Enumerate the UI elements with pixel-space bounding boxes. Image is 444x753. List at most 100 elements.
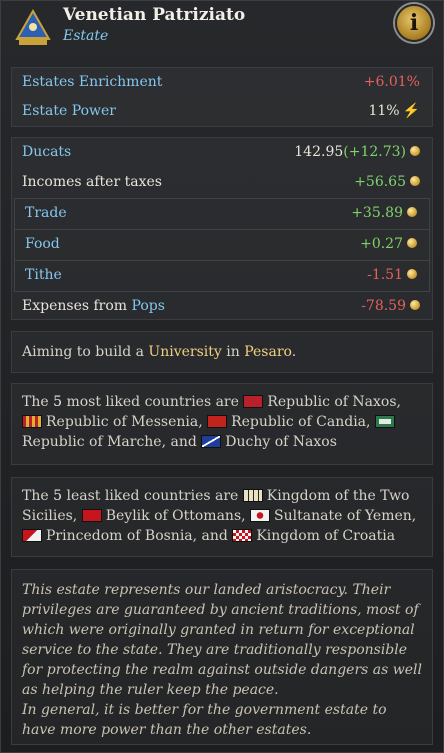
info-button[interactable]: i [395, 4, 433, 42]
liked-countries-box: The 5 most liked countries are Republic … [11, 383, 433, 465]
liked-and: and [166, 434, 202, 450]
income-item-food[interactable]: Food +0.27 [14, 230, 430, 261]
naxos-flag-icon [243, 395, 264, 408]
estate-stats-box: Estates Enrichment +6.01% Estate Power 1… [11, 67, 433, 127]
country-name: Republic of Naxos, [267, 394, 401, 410]
expenses-value: -78.59 [361, 298, 406, 314]
power-value-wrap: 11% ⚡ [368, 103, 420, 119]
bosnia-flag-icon [22, 529, 42, 542]
lightning-icon: ⚡ [402, 103, 420, 119]
coin-icon [410, 300, 420, 310]
income-item-value-wrap: +35.89 [351, 205, 417, 221]
estate-description-box: This estate represents our landed aristo… [11, 569, 433, 745]
liked-count: 5 [53, 394, 63, 410]
power-label: Estate Power [22, 103, 116, 119]
disliked-middle: least liked countries are [62, 488, 243, 504]
coin-icon [407, 269, 417, 279]
yemen-flag-icon [250, 509, 271, 522]
messenia-flag-icon [22, 415, 42, 428]
panel-header: Venetian Patriziato Estate i [1, 1, 443, 57]
country-ottomans[interactable]: Beylik of Ottomans, [81, 508, 246, 524]
income-item-label: Trade [25, 205, 67, 221]
incomes-value: +56.65 [354, 174, 406, 190]
ottoman-flag-icon [81, 509, 102, 522]
candia-flag-icon [207, 415, 228, 428]
income-item-value: +35.89 [351, 205, 403, 221]
country-yemen[interactable]: Sultanate of Yemen, [250, 508, 416, 524]
country-name: Duchy of Naxos [225, 434, 337, 450]
duchy-naxos-flag-icon [201, 435, 222, 448]
country-marche[interactable]: Republic of Marche, [22, 434, 166, 450]
building-aim-text: Aiming to build a University in Pesaro. [12, 332, 432, 370]
income-item-label: Food [25, 236, 60, 252]
income-item-value-wrap: -1.51 [367, 267, 417, 283]
expenses-prefix: Expenses from [22, 298, 132, 314]
expenses-label: Expenses from Pops [22, 298, 165, 314]
description-paragraph: This estate represents our landed aristo… [22, 582, 422, 698]
country-naxos-republic[interactable]: Republic of Naxos, [243, 394, 401, 410]
country-name: Beylik of Ottomans, [105, 508, 246, 524]
coin-icon [410, 146, 420, 156]
incomes-label: Incomes after taxes [22, 174, 162, 190]
enrichment-row[interactable]: Estates Enrichment +6.01% [12, 68, 432, 97]
ducats-value-wrap: 142.95(+12.73) [294, 144, 420, 160]
country-name: Republic of Messenia, [46, 414, 203, 430]
aim-prefix: Aiming to build a [22, 344, 149, 360]
country-name: Republic of Candia, [231, 414, 371, 430]
description-paragraph: In general, it is better for the governm… [22, 702, 387, 738]
location-link[interactable]: Pesaro [244, 344, 291, 360]
ducats-change: (+12.73) [343, 144, 406, 160]
finance-box: Ducats 142.95(+12.73) Incomes after taxe… [11, 137, 433, 320]
two-sicilies-flag-icon [242, 489, 263, 502]
estate-description: This estate represents our landed aristo… [12, 570, 432, 750]
income-item-label: Tithe [25, 267, 62, 283]
ducats-label: Ducats [22, 144, 72, 160]
country-bosnia[interactable]: Princedom of Bosnia, [46, 528, 197, 544]
coin-icon [410, 176, 420, 186]
ducats-value: 142.95 [294, 144, 344, 160]
least-liked-countries-text: The 5 least liked countries are Kingdom … [12, 478, 432, 554]
country-name: Sultanate of Yemen, [274, 508, 417, 524]
expenses-value-wrap: -78.59 [361, 298, 420, 314]
building-link[interactable]: University [148, 344, 221, 360]
country-croatia[interactable]: Kingdom of Croatia [232, 528, 395, 544]
country-name: Republic of Marche, [22, 434, 167, 450]
pops-link[interactable]: Pops [132, 298, 165, 314]
incomes-value-wrap: +56.65 [354, 174, 420, 190]
country-name: Kingdom of Croatia [256, 528, 396, 544]
liked-prefix: The [22, 394, 54, 410]
country-messenia[interactable]: Republic of Messenia, [46, 414, 203, 430]
country-name: Princedom of Bosnia, [46, 528, 198, 544]
enrichment-value: +6.01% [363, 74, 420, 90]
disliked-count: 5 [53, 488, 63, 504]
expenses-row[interactable]: Expenses from Pops -78.59 [12, 292, 432, 322]
income-item-value-wrap: +0.27 [360, 236, 417, 252]
income-item-value: -1.51 [367, 267, 403, 283]
disliked-and: and [197, 528, 233, 544]
country-candia[interactable]: Republic of Candia, [207, 414, 370, 430]
enrichment-label: Estates Enrichment [22, 74, 163, 90]
building-aim-box: Aiming to build a University in Pesaro. [11, 331, 433, 373]
country-naxos-duchy[interactable]: Duchy of Naxos [201, 434, 337, 450]
coin-icon [407, 238, 417, 248]
coin-icon [407, 207, 417, 217]
income-item-value: +0.27 [360, 236, 403, 252]
income-item-tithe[interactable]: Tithe -1.51 [14, 261, 430, 292]
liked-countries-text: The 5 most liked countries are Republic … [12, 384, 432, 460]
power-row[interactable]: Estate Power 11% ⚡ [12, 97, 432, 126]
disliked-prefix: The [22, 488, 54, 504]
estate-panel: Venetian Patriziato Estate i Estates Enr… [0, 0, 444, 753]
income-item-trade[interactable]: Trade +35.89 [14, 198, 430, 230]
marche-flag-icon [374, 415, 395, 428]
croatia-flag-icon [232, 529, 253, 542]
liked-middle: most liked countries are [62, 394, 244, 410]
estate-crown-icon [15, 9, 51, 45]
ducats-row[interactable]: Ducats 142.95(+12.73) [12, 138, 432, 168]
info-icon: i [409, 10, 419, 36]
least-liked-countries-box: The 5 least liked countries are Kingdom … [11, 477, 433, 557]
incomes-row[interactable]: Incomes after taxes +56.65 [12, 168, 432, 198]
aim-suffix: . [291, 344, 297, 360]
aim-middle: in [221, 344, 245, 360]
estate-type-label: Estate [63, 28, 109, 44]
estate-title: Venetian Patriziato [63, 5, 246, 25]
